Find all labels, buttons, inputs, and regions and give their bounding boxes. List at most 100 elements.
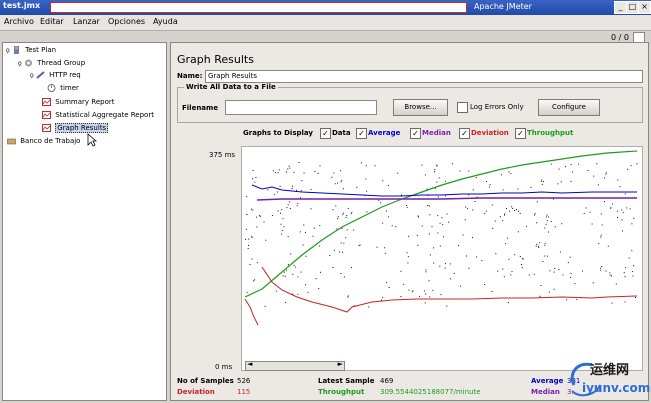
data-point (600, 234, 602, 236)
name-field[interactable]: Graph Results (205, 70, 643, 83)
data-point (286, 171, 287, 173)
data-point (453, 273, 455, 274)
scroll-left-icon[interactable]: ◄ (247, 360, 252, 368)
expand-icon[interactable]: ϙ (6, 47, 10, 54)
average-checkbox[interactable]: ✓ (356, 128, 367, 139)
data-point (542, 261, 544, 262)
tree-item-thread-group[interactable]: ϙ Thread Group (18, 59, 85, 67)
tree-item-statistical-aggregate-report[interactable]: Statistical Aggregate Report (42, 111, 154, 119)
data-point (489, 186, 490, 188)
scroll-right-icon[interactable]: ► (338, 360, 343, 368)
data-point (381, 299, 382, 301)
data-point (578, 163, 580, 165)
data-point (437, 232, 439, 234)
data-point (600, 269, 602, 271)
data-point (519, 256, 521, 257)
tree-item-workbench[interactable]: Banco de Trabajo (7, 137, 80, 145)
data-point (351, 267, 352, 269)
data-point (428, 205, 430, 207)
data-point (536, 222, 538, 224)
data-point (388, 287, 390, 288)
menu-lanzar[interactable]: Lanzar (73, 17, 100, 26)
expand-icon[interactable]: ϙ (30, 72, 34, 79)
latest-value: 469 (380, 377, 394, 385)
data-point (401, 194, 402, 196)
data-point (263, 221, 265, 223)
data-point (514, 210, 516, 211)
data-point (271, 215, 273, 216)
data-point (439, 222, 441, 224)
data-point (333, 172, 335, 174)
menu-ayuda[interactable]: Ayuda (153, 17, 178, 26)
data-point (533, 273, 535, 275)
graph-scrollbar[interactable]: ◄ ► (245, 360, 345, 371)
data-point (254, 181, 256, 183)
data-point (437, 196, 439, 198)
data-point (635, 297, 636, 298)
data-point (288, 264, 289, 266)
data-point (382, 222, 384, 224)
data-point (468, 170, 470, 172)
data-point (343, 242, 345, 244)
data-point (444, 263, 446, 265)
data-point (605, 173, 607, 175)
configure-button[interactable]: Configure (538, 99, 600, 116)
expand-icon[interactable]: ϙ (18, 60, 22, 67)
data-point (313, 227, 315, 229)
tree-item-http-req[interactable]: ϙ HTTP req (30, 71, 81, 79)
data-point (289, 208, 291, 209)
throughput-checkbox[interactable]: ✓ (515, 128, 526, 139)
data-point (331, 176, 333, 178)
data-point (534, 213, 536, 215)
data-point (252, 170, 254, 171)
data-point (500, 174, 502, 176)
data-point (305, 255, 307, 257)
title-field (50, 2, 467, 13)
data-checkbox[interactable]: ✓ (320, 128, 331, 139)
data-point (251, 208, 252, 210)
data-point (245, 228, 247, 230)
tree-item-summary-report[interactable]: Summary Report (42, 98, 115, 106)
data-point (283, 226, 285, 228)
data-point (506, 237, 508, 239)
data-point (633, 265, 635, 267)
data-point (425, 269, 427, 271)
data-point (293, 264, 295, 266)
throughput-label: Throughput (527, 129, 574, 137)
data-point (342, 214, 344, 216)
report-icon (42, 111, 51, 119)
data-point (615, 283, 617, 285)
data-point (267, 189, 269, 191)
data-point (526, 225, 527, 227)
app-name: Apache JMeter (474, 2, 532, 11)
deviation-checkbox[interactable]: ✓ (459, 128, 470, 139)
data-point (510, 274, 512, 276)
data-point (442, 224, 444, 226)
data-point (518, 210, 519, 212)
median-checkbox[interactable]: ✓ (410, 128, 421, 139)
data-point (617, 217, 618, 218)
data-point (333, 249, 335, 251)
filename-field[interactable] (225, 100, 377, 115)
data-point (591, 223, 593, 225)
menu-editar[interactable]: Editar (40, 17, 64, 26)
data-point (332, 267, 334, 268)
data-point (429, 214, 431, 216)
tree-item-graph-results[interactable]: Graph Results (42, 123, 109, 133)
graph-plot (244, 150, 638, 326)
data-point (607, 245, 609, 247)
watermark-url: iyunv.com (582, 381, 651, 395)
close-icon[interactable]: × (638, 1, 651, 14)
log-errors-checkbox[interactable] (457, 102, 468, 113)
tree-item-timer[interactable]: timer (47, 84, 79, 92)
median-label: Median (422, 129, 451, 137)
browse-button[interactable]: Browse... (393, 99, 448, 116)
tree-item-test-plan[interactable]: ϙ Test Plan (6, 46, 56, 54)
data-point (395, 226, 397, 228)
data-point (336, 228, 338, 230)
menu-archivo[interactable]: Archivo (4, 17, 34, 26)
menu-opciones[interactable]: Opciones (108, 17, 145, 26)
data-point (319, 225, 321, 227)
data-point (546, 255, 548, 257)
data-point (296, 189, 297, 191)
